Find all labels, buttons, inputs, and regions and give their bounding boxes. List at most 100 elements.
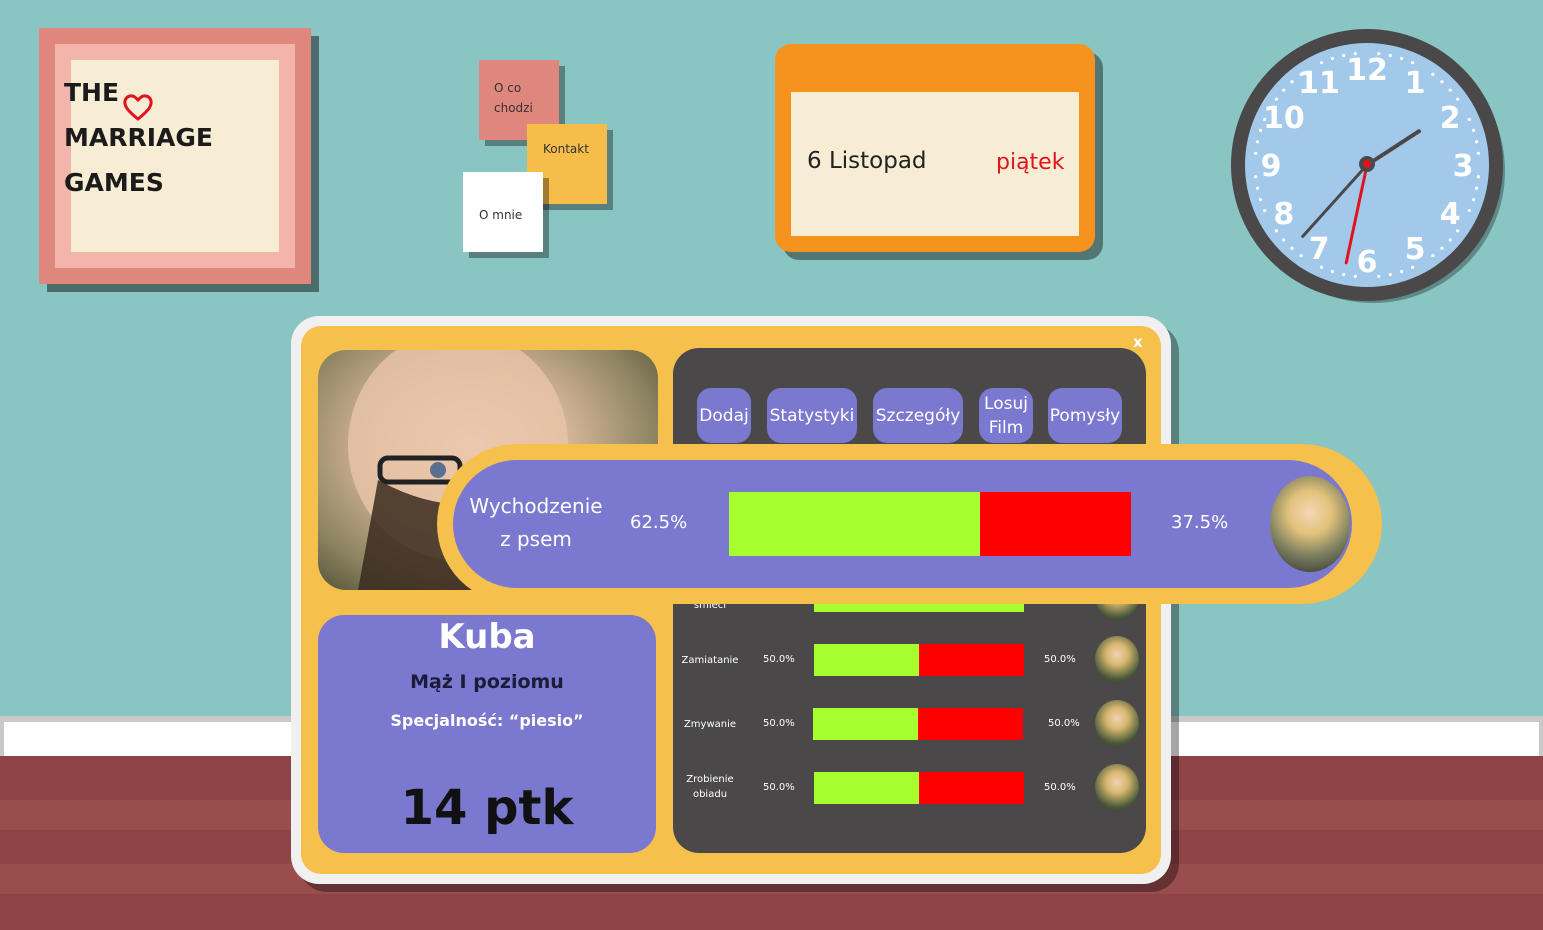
tab-dodaj-label: Dodaj [699, 405, 749, 426]
clock-minute-dot [1388, 272, 1392, 277]
profile-name: Kuba [438, 617, 536, 657]
clock-number: 7 [1309, 232, 1330, 267]
popup-right-percent: 37.5% [1171, 512, 1229, 533]
clock-number: 11 [1298, 66, 1340, 101]
clock-minute-dot [1255, 140, 1260, 144]
clock-minute-dot [1290, 80, 1294, 84]
note-kontakt-label: Kontakt [543, 142, 589, 156]
clock-number: 5 [1405, 232, 1426, 267]
heart-icon [123, 94, 153, 121]
wife-avatar [1095, 700, 1139, 746]
tab-pomysly[interactable]: Pomysły [1048, 388, 1122, 443]
wall-clock: 12 12 3 45678 9 1011 [1231, 29, 1505, 303]
note-o-mnie-label: O mnie [479, 208, 523, 222]
wife-avatar [1095, 636, 1139, 682]
clock-number: 2 [1440, 101, 1461, 136]
chore-name: Zamiatanie [681, 655, 739, 666]
chore-bar [814, 644, 1024, 676]
tab-dodaj[interactable]: Dodaj [697, 388, 751, 443]
clock-minute-dot [1377, 274, 1381, 278]
clock-minute-dot [1330, 56, 1334, 61]
profile-specialty: Specjalność: “piesio” [390, 711, 584, 730]
clock-minute-dot [1254, 175, 1258, 179]
logo-line-3: GAMES [64, 168, 164, 197]
tab-film-label: Film [988, 417, 1024, 438]
chore-bar [814, 772, 1024, 804]
chore-name: Zmywanie [683, 719, 737, 730]
clock-minute-dot [1330, 269, 1334, 274]
clock-minute-dot [1474, 140, 1479, 144]
chore-row: Zrobienie obiadu 50.0% 50.0% [673, 764, 1146, 818]
clock-number: 3 [1453, 149, 1474, 184]
clock-minute-dot [1299, 254, 1303, 258]
clock-minute-dot [1282, 238, 1286, 242]
clock-minute-dot [1448, 238, 1452, 242]
clock-minute-dot [1431, 254, 1435, 258]
chore-bar-fill [813, 708, 918, 740]
profile-points: 14 ptk [400, 780, 574, 836]
clock-minute-dot [1400, 56, 1404, 61]
clock-minute-dot [1254, 151, 1258, 155]
clock-number: 4 [1440, 197, 1461, 232]
calendar: 6 Listopad piątek [775, 44, 1095, 252]
clock-minute-dot [1467, 208, 1471, 213]
clock-number: 1 [1405, 66, 1426, 101]
clock-minute-dot [1282, 88, 1286, 92]
clock-number: 12 [1346, 53, 1388, 88]
chore-left-percent: 50.0% [763, 782, 795, 793]
popup-bar-fill [729, 492, 981, 556]
calendar-date: 6 Listopad [807, 148, 927, 174]
chore-right-percent: 50.0% [1044, 654, 1076, 665]
clock-minute-dot [1440, 80, 1444, 84]
clock-minute-dot [1388, 53, 1392, 58]
tab-statystyki-label: Statystyki [769, 405, 855, 426]
chore-bar-fill [814, 772, 919, 804]
clock-minute-dot [1263, 208, 1267, 213]
chore-row: Zmywanie 50.0% 50.0% [673, 700, 1146, 754]
chore-bar-fill [814, 644, 919, 676]
clock-minute-dot [1448, 88, 1452, 92]
chore-left-percent: 50.0% [763, 718, 795, 729]
note-o-mnie[interactable]: O mnie [463, 172, 543, 252]
chore-name-line-1: Zrobienie [686, 774, 734, 785]
chore-left-percent: 50.0% [763, 654, 795, 665]
clock-minute-dot [1440, 246, 1444, 250]
clock-minute-dot [1319, 61, 1324, 65]
tab-statystyki[interactable]: Statystyki [767, 388, 857, 443]
note-o-co-line-2: chodzi [494, 101, 533, 115]
calendar-weekday: piątek [996, 150, 1065, 175]
clock-minute-dot [1342, 272, 1346, 277]
chore-row: Zamiatanie 50.0% 50.0% [673, 636, 1146, 690]
clock-number: 8 [1273, 197, 1294, 232]
clock-minute-dot [1476, 175, 1480, 179]
logo-line-1: THE [64, 78, 120, 107]
tab-szczegoly[interactable]: Szczegóły [873, 388, 963, 443]
clock-minute-dot [1471, 128, 1476, 132]
chore-right-percent: 50.0% [1044, 782, 1076, 793]
clock-minute-dot [1290, 246, 1294, 250]
clock-number: 10 [1263, 101, 1305, 136]
popup-left-percent: 62.5% [630, 512, 688, 533]
close-button[interactable]: x [1133, 333, 1143, 351]
popup-chore-line-1: Wychodzenie [469, 494, 603, 518]
logo-line-2: MARRIAGE [64, 123, 213, 152]
chore-name-line-2: obiadu [692, 789, 728, 800]
popup-chore-name: Wychodzenie z psem [467, 490, 605, 556]
clock-minute-dot [1342, 53, 1346, 58]
clock-minute-dot [1431, 72, 1435, 76]
popup-bar [729, 492, 1131, 556]
chore-bar [813, 708, 1023, 740]
clock-number: 9 [1261, 149, 1282, 184]
tab-szczegoly-label: Szczegóły [875, 405, 961, 426]
tab-losuj-label: Losuj [984, 393, 1028, 414]
clock-minute-dot [1258, 198, 1263, 202]
clock-minute-dot [1474, 186, 1479, 190]
tab-losuj-film[interactable]: Losuj Film [979, 388, 1033, 443]
popup-chore-line-2: z psem [500, 527, 572, 551]
logo[interactable]: THE MARRIAGE GAMES [64, 70, 244, 205]
wife-avatar [1095, 764, 1139, 810]
profile-rank: Mąż I poziomu [410, 671, 564, 693]
clock-minute-dot [1255, 186, 1260, 190]
clock-minute-dot [1476, 151, 1480, 155]
chore-name: Zrobienie obiadu [675, 772, 745, 802]
